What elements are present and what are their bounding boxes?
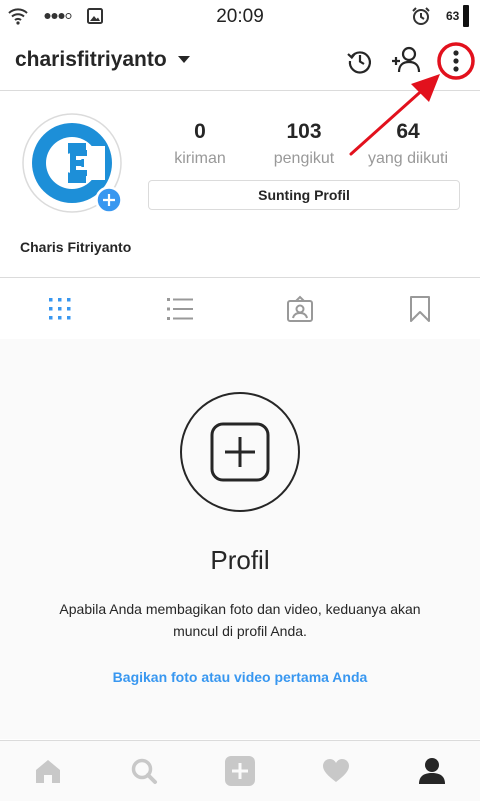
battery-level: 63 <box>446 9 460 23</box>
add-post-icon <box>225 756 255 786</box>
username-title[interactable]: charisfitriyanto <box>15 48 167 72</box>
profile-tabs <box>0 277 480 340</box>
bottom-navigation <box>0 740 480 801</box>
tab-tagged[interactable] <box>240 278 360 339</box>
empty-state-title: Profil <box>210 545 270 575</box>
followers-label[interactable]: pengikut <box>254 150 354 168</box>
nav-home[interactable] <box>0 741 96 801</box>
nav-profile[interactable] <box>384 741 480 801</box>
annotation-arrow-icon <box>349 74 440 156</box>
nav-search[interactable] <box>96 741 192 801</box>
following-label[interactable]: yang diikuti <box>353 150 463 168</box>
status-time: 20:09 <box>216 6 264 27</box>
list-icon <box>167 297 193 320</box>
posts-count: 0 <box>194 120 206 143</box>
tab-grid[interactable] <box>0 278 120 339</box>
status-bar: 20:09 63 <box>0 0 480 32</box>
add-photo-plus-icon[interactable] <box>210 422 270 482</box>
tab-list[interactable] <box>120 278 240 339</box>
share-first-post-link[interactable]: Bagikan foto atau video pertama Anda <box>0 669 480 685</box>
alarm-icon <box>412 7 430 25</box>
account-switch-caret-icon[interactable] <box>178 56 190 63</box>
tab-saved[interactable] <box>360 278 480 339</box>
saved-icon <box>410 295 430 322</box>
add-story-plus-icon[interactable] <box>95 186 123 214</box>
edit-profile-button[interactable]: Sunting Profil <box>148 180 460 210</box>
battery-icon <box>463 5 469 27</box>
nav-activity[interactable] <box>288 741 384 801</box>
profile-icon <box>419 758 445 784</box>
activity-heart-icon <box>323 759 349 782</box>
tagged-icon <box>287 295 313 322</box>
full-name: Charis Fitriyanto <box>20 239 132 255</box>
grid-icon <box>49 297 71 319</box>
nav-add-post[interactable] <box>192 741 288 801</box>
home-icon <box>36 760 60 783</box>
following-count[interactable]: 64 <box>368 120 448 144</box>
search-icon <box>131 758 157 784</box>
empty-state-description: Apabila Anda membagikan foto dan video, … <box>59 601 421 639</box>
posts-label: kiriman <box>174 150 226 167</box>
followers-count[interactable]: 103 <box>264 120 344 144</box>
